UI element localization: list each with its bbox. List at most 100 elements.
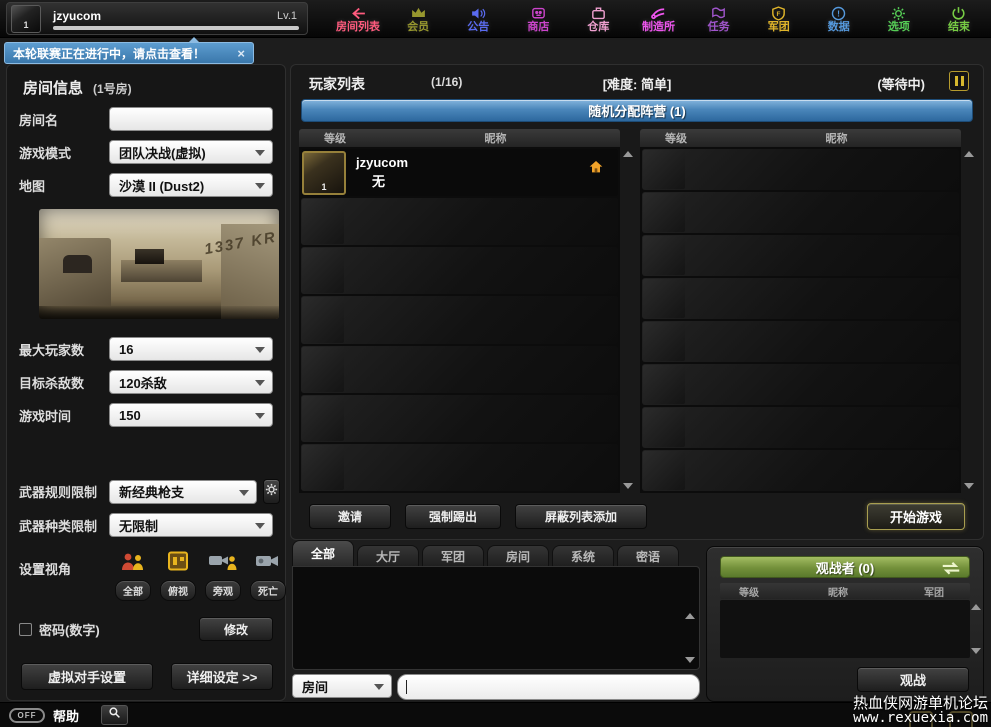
chevron-down-icon	[255, 380, 265, 386]
chat-tabs: 全部 大厅 军团 房间 系统 密语	[292, 540, 700, 566]
pause-icon[interactable]	[949, 71, 969, 91]
player-slot-empty[interactable]	[642, 149, 959, 190]
nav-workshop[interactable]: 制造所	[628, 0, 688, 38]
invite-button[interactable]: 邀请	[309, 504, 391, 529]
start-game-button[interactable]: 开始游戏	[867, 503, 965, 530]
slot-avatar-placeholder	[643, 365, 685, 404]
player-slot-empty[interactable]	[301, 395, 618, 442]
chat-tab-system[interactable]: 系统	[552, 545, 614, 566]
max-players-label: 最大玩家数	[19, 340, 109, 359]
chat-tab-lobby[interactable]: 大厅	[357, 545, 419, 566]
chat-channel-dropdown[interactable]: 房间	[292, 674, 392, 698]
scroll-up-icon[interactable]	[971, 604, 981, 610]
player-slot-empty[interactable]	[301, 346, 618, 393]
scroll-down-icon[interactable]	[971, 648, 981, 654]
scroll-down-icon[interactable]	[964, 483, 974, 489]
player-slot-empty[interactable]	[301, 247, 618, 294]
weapon-rule-settings-button[interactable]	[263, 479, 280, 504]
view-option-label: 旁观	[205, 580, 241, 601]
top-navigation: 房间列表 会员 公告 商店 仓库 制造所	[328, 0, 989, 38]
player-plate[interactable]: 1 jzyucom Lv.1	[6, 2, 308, 35]
nav-data[interactable]: ! 数据	[809, 0, 869, 38]
nav-missions[interactable]: 任务	[689, 0, 749, 38]
view-option-label: 全部	[115, 580, 151, 601]
league-notification[interactable]: 本轮联赛正在进行中，请点击查看！ ×	[4, 42, 254, 64]
max-players-value: 16	[119, 342, 133, 357]
nav-announcement[interactable]: 公告	[448, 0, 508, 38]
player-badge-level: 1	[23, 20, 28, 30]
watch-button[interactable]: 观战	[857, 667, 969, 692]
player-slot-empty[interactable]	[301, 198, 618, 245]
player-slot-empty[interactable]	[642, 235, 959, 276]
slot-avatar-placeholder	[302, 445, 344, 490]
nav-exit[interactable]: 结束	[929, 0, 989, 38]
chat-tab-whisper[interactable]: 密语	[617, 545, 679, 566]
view-option-all[interactable]: 全部	[115, 551, 151, 601]
weapon-type-dropdown[interactable]: 无限制	[109, 513, 273, 537]
close-icon[interactable]: ×	[237, 46, 245, 61]
player-slot-empty[interactable]	[301, 296, 618, 343]
scrollbar[interactable]	[963, 147, 975, 493]
nav-storage[interactable]: 仓库	[568, 0, 628, 38]
help-toggle[interactable]: OFF	[9, 708, 45, 723]
avatar-level: 1	[304, 182, 344, 192]
player-list-panel: 玩家列表 (1/16) [难度: 简单] (等待中) 随机分配阵营 (1) 等级…	[290, 64, 984, 540]
password-toggle[interactable]: 密码(数字)	[19, 620, 100, 639]
player-slot-empty[interactable]	[642, 278, 959, 319]
room-name-input[interactable]	[109, 107, 273, 131]
player-row[interactable]: 1 jzyucom 无	[301, 149, 618, 196]
view-option-topdown[interactable]: 俯视	[160, 551, 196, 601]
nav-shop[interactable]: 商店	[508, 0, 568, 38]
scroll-icon	[709, 5, 728, 22]
weapon-rule-dropdown[interactable]: 新经典枪支	[109, 480, 257, 504]
detail-settings-button[interactable]: 详细设定 >>	[171, 663, 273, 690]
random-team-bar[interactable]: 随机分配阵营 (1)	[301, 99, 973, 122]
map-dropdown[interactable]: 沙漠 II (Dust2)	[109, 173, 273, 197]
camera-person-icon	[208, 551, 238, 576]
level-column-header: 等级	[720, 584, 778, 599]
nav-room-list[interactable]: 房间列表	[328, 0, 388, 38]
room-info-panel: 房间信息 (1号房) 房间名 游戏模式 团队决战(虚拟) 地图 沙漠 II (D…	[6, 64, 286, 701]
virtual-opponent-button[interactable]: 虚拟对手设置	[21, 663, 153, 690]
modify-button[interactable]: 修改	[199, 617, 273, 641]
view-option-death[interactable]: 死亡	[250, 551, 286, 601]
nav-options[interactable]: 选项	[869, 0, 929, 38]
scrollbar[interactable]	[622, 147, 634, 493]
spectator-title: 观战者 (0)	[816, 558, 875, 577]
max-players-dropdown[interactable]: 16	[109, 337, 273, 361]
game-mode-dropdown[interactable]: 团队决战(虚拟)	[109, 140, 273, 164]
player-slot-empty[interactable]	[642, 321, 959, 362]
player-slot-empty[interactable]	[642, 364, 959, 405]
swap-arrows-icon[interactable]	[940, 560, 962, 576]
block-list-button[interactable]: 屏蔽列表添加	[515, 504, 647, 529]
kill-target-dropdown[interactable]: 120杀敌	[109, 370, 273, 394]
scroll-down-icon[interactable]	[623, 483, 633, 489]
password-checkbox[interactable]	[19, 623, 32, 636]
search-button[interactable]	[101, 705, 128, 725]
nav-clan[interactable]: F 军团	[749, 0, 809, 38]
slot-avatar-placeholder	[643, 193, 685, 232]
chat-tab-clan[interactable]: 军团	[422, 545, 484, 566]
room-name-label: 房间名	[19, 110, 109, 129]
game-time-dropdown[interactable]: 150	[109, 403, 273, 427]
chat-scrollbar[interactable]	[684, 613, 696, 663]
spectator-list	[720, 600, 970, 658]
scroll-down-icon[interactable]	[685, 657, 695, 663]
scroll-up-icon[interactable]	[685, 613, 695, 619]
spectator-scrollbar[interactable]	[971, 604, 981, 654]
player-slot-empty[interactable]	[642, 192, 959, 233]
chat-tab-room[interactable]: 房间	[487, 545, 549, 566]
player-slot-empty[interactable]	[301, 444, 618, 491]
chat-message-input[interactable]	[397, 674, 700, 700]
player-slot-empty[interactable]	[642, 407, 959, 448]
nav-member[interactable]: 会员	[388, 0, 448, 38]
chat-tab-all[interactable]: 全部	[292, 540, 354, 566]
player-name: jzyucom	[53, 9, 101, 23]
scroll-up-icon[interactable]	[964, 151, 974, 157]
watermark-line1: 热血侠网游单机论坛	[853, 696, 988, 712]
kick-button[interactable]: 强制踢出	[405, 504, 501, 529]
scroll-up-icon[interactable]	[623, 151, 633, 157]
view-option-spectate[interactable]: 旁观	[205, 551, 241, 601]
player-slot-empty[interactable]	[642, 450, 959, 491]
chat-message-area[interactable]	[292, 566, 700, 670]
